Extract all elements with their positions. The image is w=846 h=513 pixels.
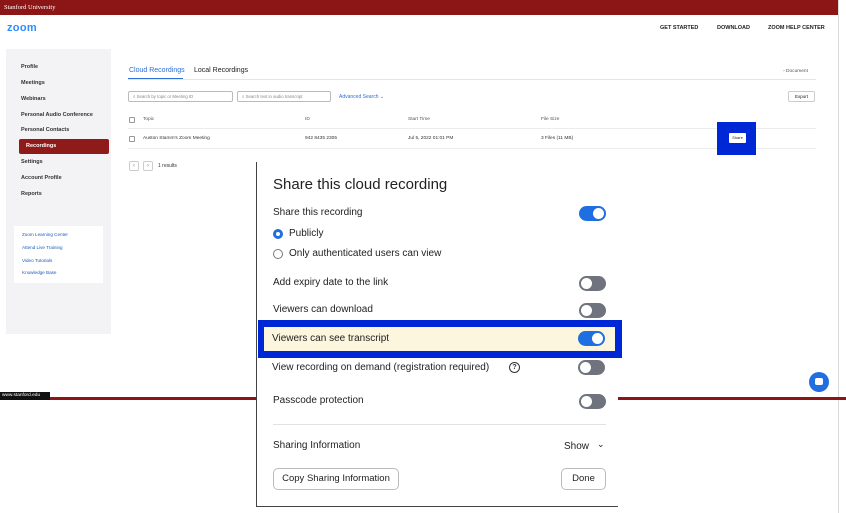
zoom-web-portal: Stanford University zoom GET STARTED DOW…	[0, 0, 846, 513]
advanced-search-link[interactable]: Advanced Search ⌄	[339, 94, 384, 100]
sidebar-item-recordings[interactable]: Recordings	[19, 139, 109, 154]
expiry-date-toggle[interactable]	[579, 276, 606, 291]
option-publicly-label[interactable]: Publicly	[289, 228, 323, 239]
done-button[interactable]: Done	[561, 468, 606, 490]
on-demand-label: View recording on demand (registration r…	[272, 362, 490, 373]
pagination-prev-button[interactable]: ‹	[129, 161, 139, 171]
passcode-protection-toggle[interactable]	[579, 394, 606, 409]
header-file-size: File Size	[541, 117, 560, 122]
toggle-knob	[581, 396, 592, 407]
toggle-knob	[580, 362, 591, 373]
stanford-header-bar: Stanford University	[0, 0, 838, 15]
row-id: 942 8435 2305	[305, 136, 338, 141]
help-icon[interactable]: ?	[509, 362, 520, 373]
link-zoom-learning-center[interactable]: Zoom Learning Center	[22, 232, 68, 237]
dialog-divider	[273, 424, 606, 425]
document-link-label: Document	[786, 69, 808, 74]
table-header-divider	[128, 128, 816, 129]
sidebar-item-personal-audio-conference[interactable]: Personal Audio Conference	[21, 112, 93, 118]
link-video-tutorials[interactable]: Video Tutorials	[22, 258, 52, 263]
sidebar-item-meetings[interactable]: Meetings	[21, 80, 45, 86]
transcript-setting-row: Viewers can see transcript	[264, 327, 615, 351]
expiry-date-label: Add expiry date to the link	[273, 277, 389, 288]
viewers-transcript-toggle[interactable]	[578, 331, 605, 346]
nav-get-started[interactable]: GET STARTED	[660, 25, 698, 31]
sidebar-item-account-profile[interactable]: Account Profile	[21, 175, 62, 181]
sidebar-item-personal-contacts[interactable]: Personal Contacts	[21, 127, 69, 133]
radio-publicly[interactable]	[273, 229, 283, 239]
copy-sharing-info-button[interactable]: Copy Sharing Information	[273, 468, 399, 490]
chat-button[interactable]	[809, 372, 829, 392]
document-link[interactable]: ▫ Document	[783, 69, 808, 74]
header-start-time: Start Time	[408, 117, 430, 122]
search-transcript-placeholder: Search text in audio transcript	[245, 94, 303, 99]
tabs-divider	[128, 79, 816, 80]
table-row-divider	[128, 148, 816, 149]
toggle-knob	[593, 208, 604, 219]
viewers-download-toggle[interactable]	[579, 303, 606, 318]
viewers-download-label: Viewers can download	[273, 304, 373, 315]
tab-local-recordings[interactable]: Local Recordings	[194, 67, 248, 74]
link-knowledge-base[interactable]: Knowledge Base	[22, 270, 56, 275]
sidebar-item-reports[interactable]: Reports	[21, 191, 42, 197]
active-tab-indicator	[128, 78, 183, 79]
sidebar-help-links: Zoom Learning Center Attend Live Trainin…	[14, 226, 103, 283]
dialog-title: Share this cloud recording	[273, 176, 448, 193]
tab-cloud-recordings[interactable]: Cloud Recordings	[129, 67, 185, 74]
option-authenticated-label[interactable]: Only authenticated users can view	[289, 248, 441, 259]
search-transcript-input[interactable]: ⌕ Search text in audio transcript	[237, 91, 331, 102]
on-demand-toggle[interactable]	[578, 360, 605, 375]
toggle-knob	[592, 333, 603, 344]
share-button[interactable]: Share	[729, 133, 746, 143]
show-sharing-info-link[interactable]: Show	[564, 441, 589, 452]
share-recording-label: Share this recording	[273, 207, 363, 218]
zoom-logo[interactable]: zoom	[7, 22, 37, 34]
link-attend-live-training[interactable]: Attend Live Training	[22, 245, 63, 250]
org-name: Stanford University	[4, 4, 56, 11]
nav-download[interactable]: DOWNLOAD	[717, 25, 750, 31]
sharing-information-label: Sharing Information	[273, 440, 361, 451]
share-recording-toggle[interactable]	[579, 206, 606, 221]
nav-help-center[interactable]: ZOOM HELP CENTER	[768, 25, 825, 31]
header-id: ID	[305, 117, 310, 122]
sidebar: Profile Meetings Webinars Personal Audio…	[6, 49, 111, 334]
chevron-down-icon: ⌄	[379, 94, 385, 100]
toggle-knob	[581, 305, 592, 316]
radio-authenticated-only[interactable]	[273, 249, 283, 259]
results-count: 1 results	[158, 163, 177, 169]
header-topic: Topic	[143, 117, 155, 122]
row-file-size[interactable]: 3 Files (11 MB)	[541, 136, 573, 141]
select-all-checkbox[interactable]	[129, 117, 135, 123]
sidebar-item-profile[interactable]: Profile	[21, 64, 38, 70]
advanced-search-label: Advanced Search	[339, 94, 379, 100]
search-topic-input[interactable]: ⌕ Search by topic or Meeting ID	[128, 91, 233, 102]
row-checkbox[interactable]	[129, 136, 135, 142]
chevron-down-icon[interactable]: ⌄	[597, 439, 605, 450]
window-edge	[838, 0, 846, 513]
sidebar-item-webinars[interactable]: Webinars	[21, 96, 46, 102]
footer-url[interactable]: www.stanford.edu	[0, 392, 50, 400]
row-start-time: Jul 5, 2022 01:01 PM	[408, 136, 454, 141]
row-topic[interactable]: Auston Stamm's Zoom Meeting	[143, 136, 210, 141]
export-button[interactable]: Export	[788, 91, 815, 102]
toggle-knob	[581, 278, 592, 289]
search-topic-placeholder: Search by topic or Meeting ID	[136, 94, 194, 99]
passcode-protection-label: Passcode protection	[273, 395, 364, 406]
viewers-transcript-label: Viewers can see transcript	[272, 333, 390, 344]
sidebar-item-settings[interactable]: Settings	[21, 159, 43, 165]
pagination-next-button[interactable]: ›	[143, 161, 153, 171]
chat-bubble-icon	[815, 378, 823, 385]
